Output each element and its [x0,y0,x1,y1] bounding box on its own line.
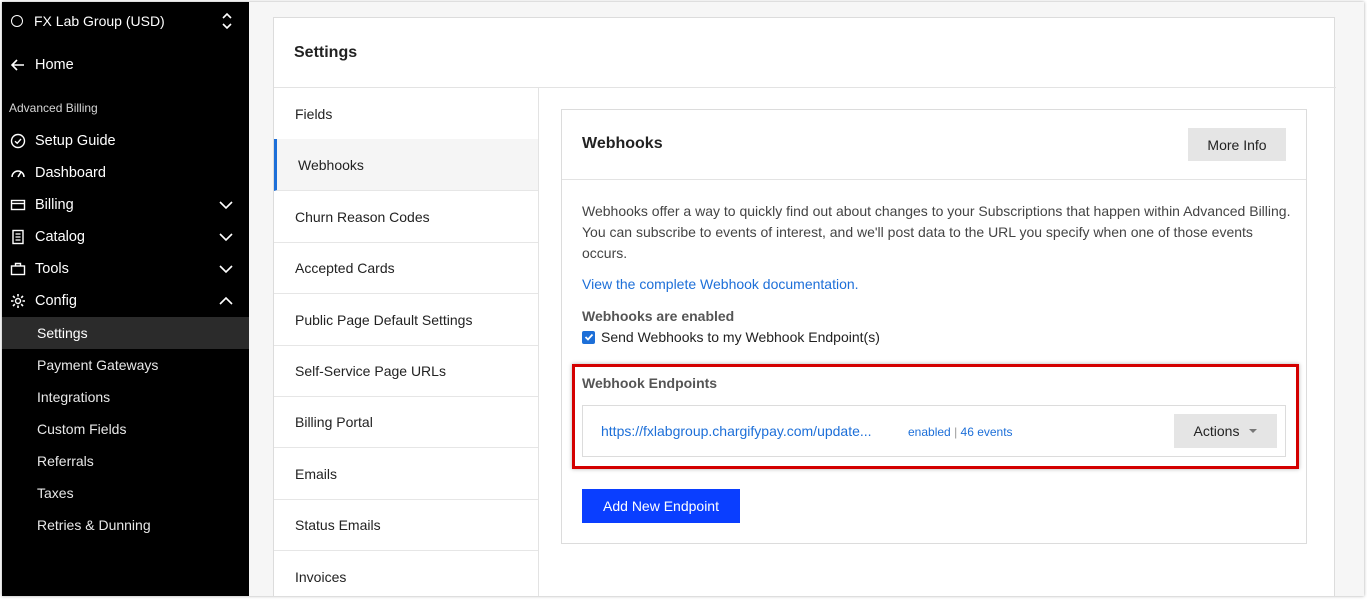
nav-integrations[interactable]: Integrations [2,381,249,413]
menu-item-invoices[interactable]: Invoices [274,551,538,596]
gauge-icon [9,164,27,182]
webhooks-enabled-label: Webhooks are enabled [582,308,735,324]
webhook-endpoint-row: https://fxlabgroup.chargifypay.com/updat… [582,405,1286,457]
chevron-down-icon [219,233,233,242]
nav-settings[interactable]: Settings [2,317,249,349]
settings-card: Settings Fields Webhooks Churn Reason Co… [273,17,1336,596]
menu-item-webhooks[interactable]: Webhooks [274,139,538,191]
org-status-icon [11,15,23,27]
webhooks-title: Webhooks [582,135,663,152]
page-title: Settings [294,44,358,61]
org-name: FX Lab Group (USD) [34,13,165,29]
nav-tools[interactable]: Tools [2,253,249,285]
nav-label: Setup Guide [35,133,116,149]
webhook-endpoints-label: Webhook Endpoints [582,375,718,391]
arrow-left-icon [9,56,27,74]
chevron-up-icon [219,296,233,305]
menu-item-status-emails[interactable]: Status Emails [274,499,538,551]
nav-setup-guide[interactable]: Setup Guide [2,125,249,157]
add-new-endpoint-button[interactable]: Add New Endpoint [582,489,740,523]
nav-custom-fields[interactable]: Custom Fields [2,413,249,445]
settings-menu: Fields Webhooks Churn Reason Codes Accep… [274,88,539,596]
menu-item-emails[interactable]: Emails [274,448,538,500]
card-icon [9,196,27,214]
more-info-button[interactable]: More Info [1188,128,1286,161]
nav-config[interactable]: Config [2,285,249,317]
nav-payment-gateways[interactable]: Payment Gateways [2,349,249,381]
nav-dashboard[interactable]: Dashboard [2,157,249,189]
caret-down-icon [1249,429,1258,433]
sidebar: FX Lab Group (USD) Home Advanced Billing… [2,2,249,596]
chevron-down-icon [219,201,233,210]
endpoint-meta: enabled | 46 events [908,425,1013,439]
nav-label: Config [35,293,77,309]
chevron-down-icon [219,265,233,274]
webhooks-description: Webhooks offer a way to quickly find out… [582,203,1291,261]
menu-item-accepted-cards[interactable]: Accepted Cards [274,242,538,294]
checkmark-icon [584,333,593,341]
nav-home-label: Home [35,57,74,73]
nav-referrals[interactable]: Referrals [2,445,249,477]
gear-icon [9,292,27,310]
menu-item-public-page-defaults[interactable]: Public Page Default Settings [274,294,538,346]
endpoint-status: enabled [908,425,951,439]
chevron-updown-icon [222,12,232,30]
menu-item-billing-portal[interactable]: Billing Portal [274,396,538,448]
nav-billing[interactable]: Billing [2,189,249,221]
endpoint-actions-button[interactable]: Actions [1174,414,1277,448]
divider [562,179,1306,180]
send-webhooks-label: Send Webhooks to my Webhook Endpoint(s) [601,329,880,345]
section-label: Advanced Billing [9,101,98,115]
nav-taxes[interactable]: Taxes [2,477,249,509]
webhook-docs-link[interactable]: View the complete Webhook documentation. [582,276,859,292]
document-icon [9,228,27,246]
nav-home[interactable]: Home [2,49,249,81]
toolbox-icon [9,260,27,278]
nav-catalog[interactable]: Catalog [2,221,249,253]
send-webhooks-checkbox[interactable] [582,330,595,344]
endpoint-url-link[interactable]: https://fxlabgroup.chargifypay.com/updat… [601,423,872,439]
menu-item-self-service-urls[interactable]: Self-Service Page URLs [274,345,538,397]
nav-label: Catalog [35,229,85,245]
nav-label: Billing [35,197,74,213]
check-circle-icon [9,132,27,150]
nav-retries-dunning[interactable]: Retries & Dunning [2,509,249,541]
nav-label: Tools [35,261,69,277]
nav-label: Dashboard [35,165,106,181]
app-window: FX Lab Group (USD) Home Advanced Billing… [2,2,1364,596]
actions-label: Actions [1193,423,1240,439]
endpoint-events[interactable]: 46 events [961,425,1013,439]
send-webhooks-row: Send Webhooks to my Webhook Endpoint(s) [582,329,880,345]
menu-item-fields[interactable]: Fields [274,88,538,140]
menu-item-churn-reason-codes[interactable]: Churn Reason Codes [274,191,538,243]
webhooks-panel: Webhooks More Info Webhooks offer a way … [561,109,1307,544]
org-switcher[interactable]: FX Lab Group (USD) [2,2,249,40]
